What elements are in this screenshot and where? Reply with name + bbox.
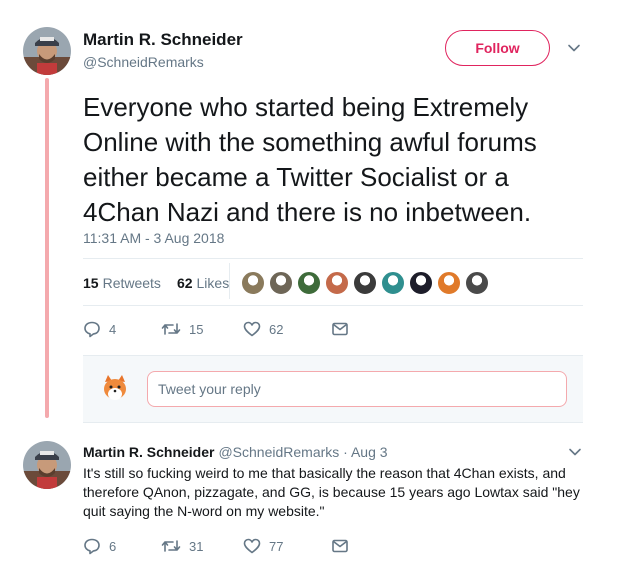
reply-input[interactable]: Tweet your reply bbox=[147, 371, 567, 407]
divider bbox=[83, 258, 583, 259]
reply-header: Martin R. Schneider @SchneidRemarks · Au… bbox=[83, 444, 388, 460]
divider bbox=[83, 305, 583, 306]
retweets-label[interactable]: Retweets bbox=[103, 275, 161, 291]
reply-count: 6 bbox=[109, 538, 117, 554]
author-handle[interactable]: @SchneidRemarks bbox=[83, 54, 204, 70]
liker-avatar[interactable] bbox=[465, 271, 489, 295]
tweet-actions: 4 15 62 bbox=[83, 320, 357, 338]
liker-avatar[interactable] bbox=[381, 271, 405, 295]
heart-icon bbox=[243, 538, 261, 554]
reply-icon bbox=[84, 538, 100, 555]
envelope-icon bbox=[332, 539, 348, 553]
tweet-text: Everyone who started being Extremely Onl… bbox=[83, 92, 537, 227]
retweet-action[interactable]: 15 bbox=[161, 320, 243, 338]
reply-count: 4 bbox=[109, 321, 117, 337]
author-name[interactable]: Martin R. Schneider bbox=[83, 30, 243, 50]
stats-separator bbox=[229, 263, 230, 299]
retweet-icon bbox=[161, 323, 181, 335]
heart-icon bbox=[243, 321, 261, 337]
envelope-icon bbox=[332, 322, 348, 336]
reply-author-avatar[interactable] bbox=[23, 441, 71, 489]
reply-icon bbox=[84, 321, 100, 338]
liker-avatar[interactable] bbox=[409, 271, 433, 295]
thread-connector-line bbox=[45, 78, 49, 418]
retweet-count: 31 bbox=[189, 538, 204, 554]
like-count: 62 bbox=[269, 321, 284, 337]
like-action[interactable]: 62 bbox=[243, 320, 331, 338]
reply-action[interactable]: 6 bbox=[83, 537, 161, 555]
retweet-count: 15 bbox=[189, 321, 204, 337]
likes-count[interactable]: 62 bbox=[177, 275, 193, 291]
reply-composer: Tweet your reply bbox=[83, 355, 583, 423]
retweet-action[interactable]: 31 bbox=[161, 537, 243, 555]
liker-avatars bbox=[241, 271, 493, 295]
chevron-down-icon[interactable] bbox=[567, 444, 583, 460]
reply-handle-date[interactable]: @SchneidRemarks · Aug 3 bbox=[218, 444, 387, 460]
follow-button[interactable]: Follow bbox=[445, 30, 550, 66]
liker-avatar[interactable] bbox=[297, 271, 321, 295]
chevron-down-icon[interactable] bbox=[566, 40, 582, 56]
retweets-count[interactable]: 15 bbox=[83, 275, 99, 291]
tweet-stats: 15 Retweets 62 Likes bbox=[83, 263, 230, 299]
liker-avatar[interactable] bbox=[325, 271, 349, 295]
liker-avatar[interactable] bbox=[437, 271, 461, 295]
direct-message-action[interactable] bbox=[331, 537, 357, 555]
reply-actions: 6 31 77 bbox=[83, 537, 357, 555]
retweet-icon bbox=[161, 540, 181, 552]
reply-text: It's still so fucking weird to me that b… bbox=[83, 465, 580, 519]
reply-author-name[interactable]: Martin R. Schneider bbox=[83, 444, 214, 460]
like-action[interactable]: 77 bbox=[243, 537, 331, 555]
liker-avatar[interactable] bbox=[269, 271, 293, 295]
tweet-timestamp[interactable]: 11:31 AM - 3 Aug 2018 bbox=[83, 230, 224, 246]
direct-message-action[interactable] bbox=[331, 320, 357, 338]
liker-avatar[interactable] bbox=[353, 271, 377, 295]
liker-avatar[interactable] bbox=[241, 271, 265, 295]
likes-label[interactable]: Likes bbox=[197, 275, 230, 291]
like-count: 77 bbox=[269, 538, 284, 554]
current-user-avatar bbox=[99, 372, 131, 404]
reply-action[interactable]: 4 bbox=[83, 320, 161, 338]
author-avatar[interactable] bbox=[23, 27, 71, 75]
